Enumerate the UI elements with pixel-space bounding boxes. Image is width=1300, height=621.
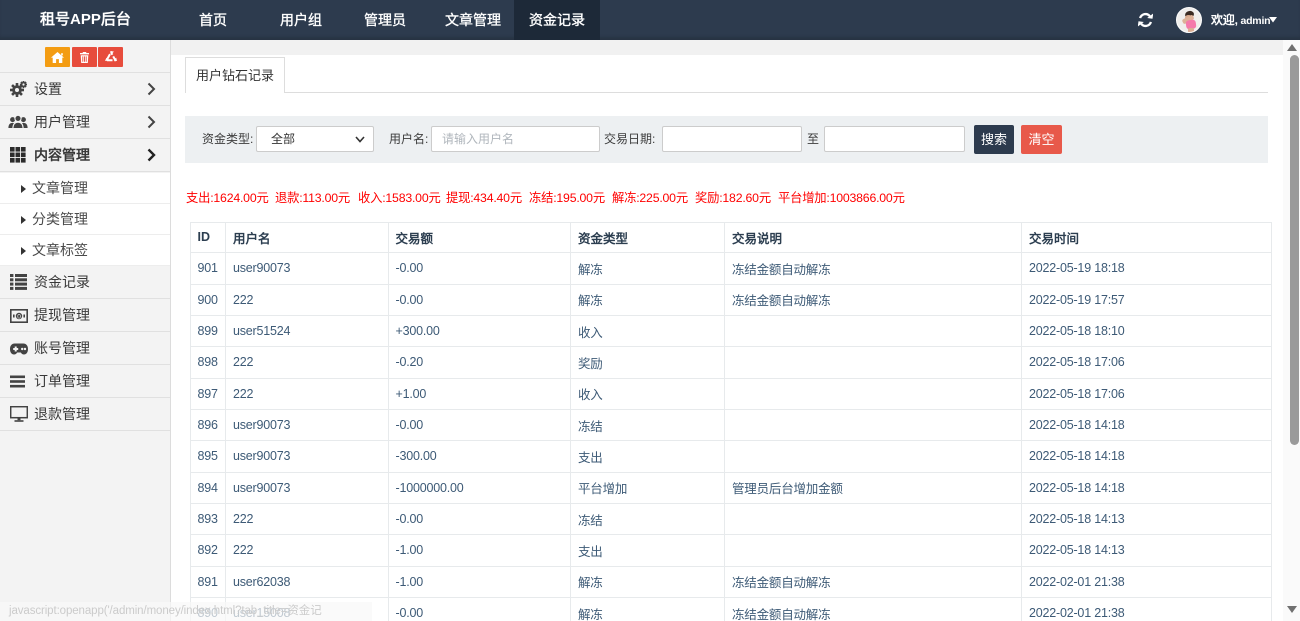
- svg-text:0: 0: [17, 313, 21, 320]
